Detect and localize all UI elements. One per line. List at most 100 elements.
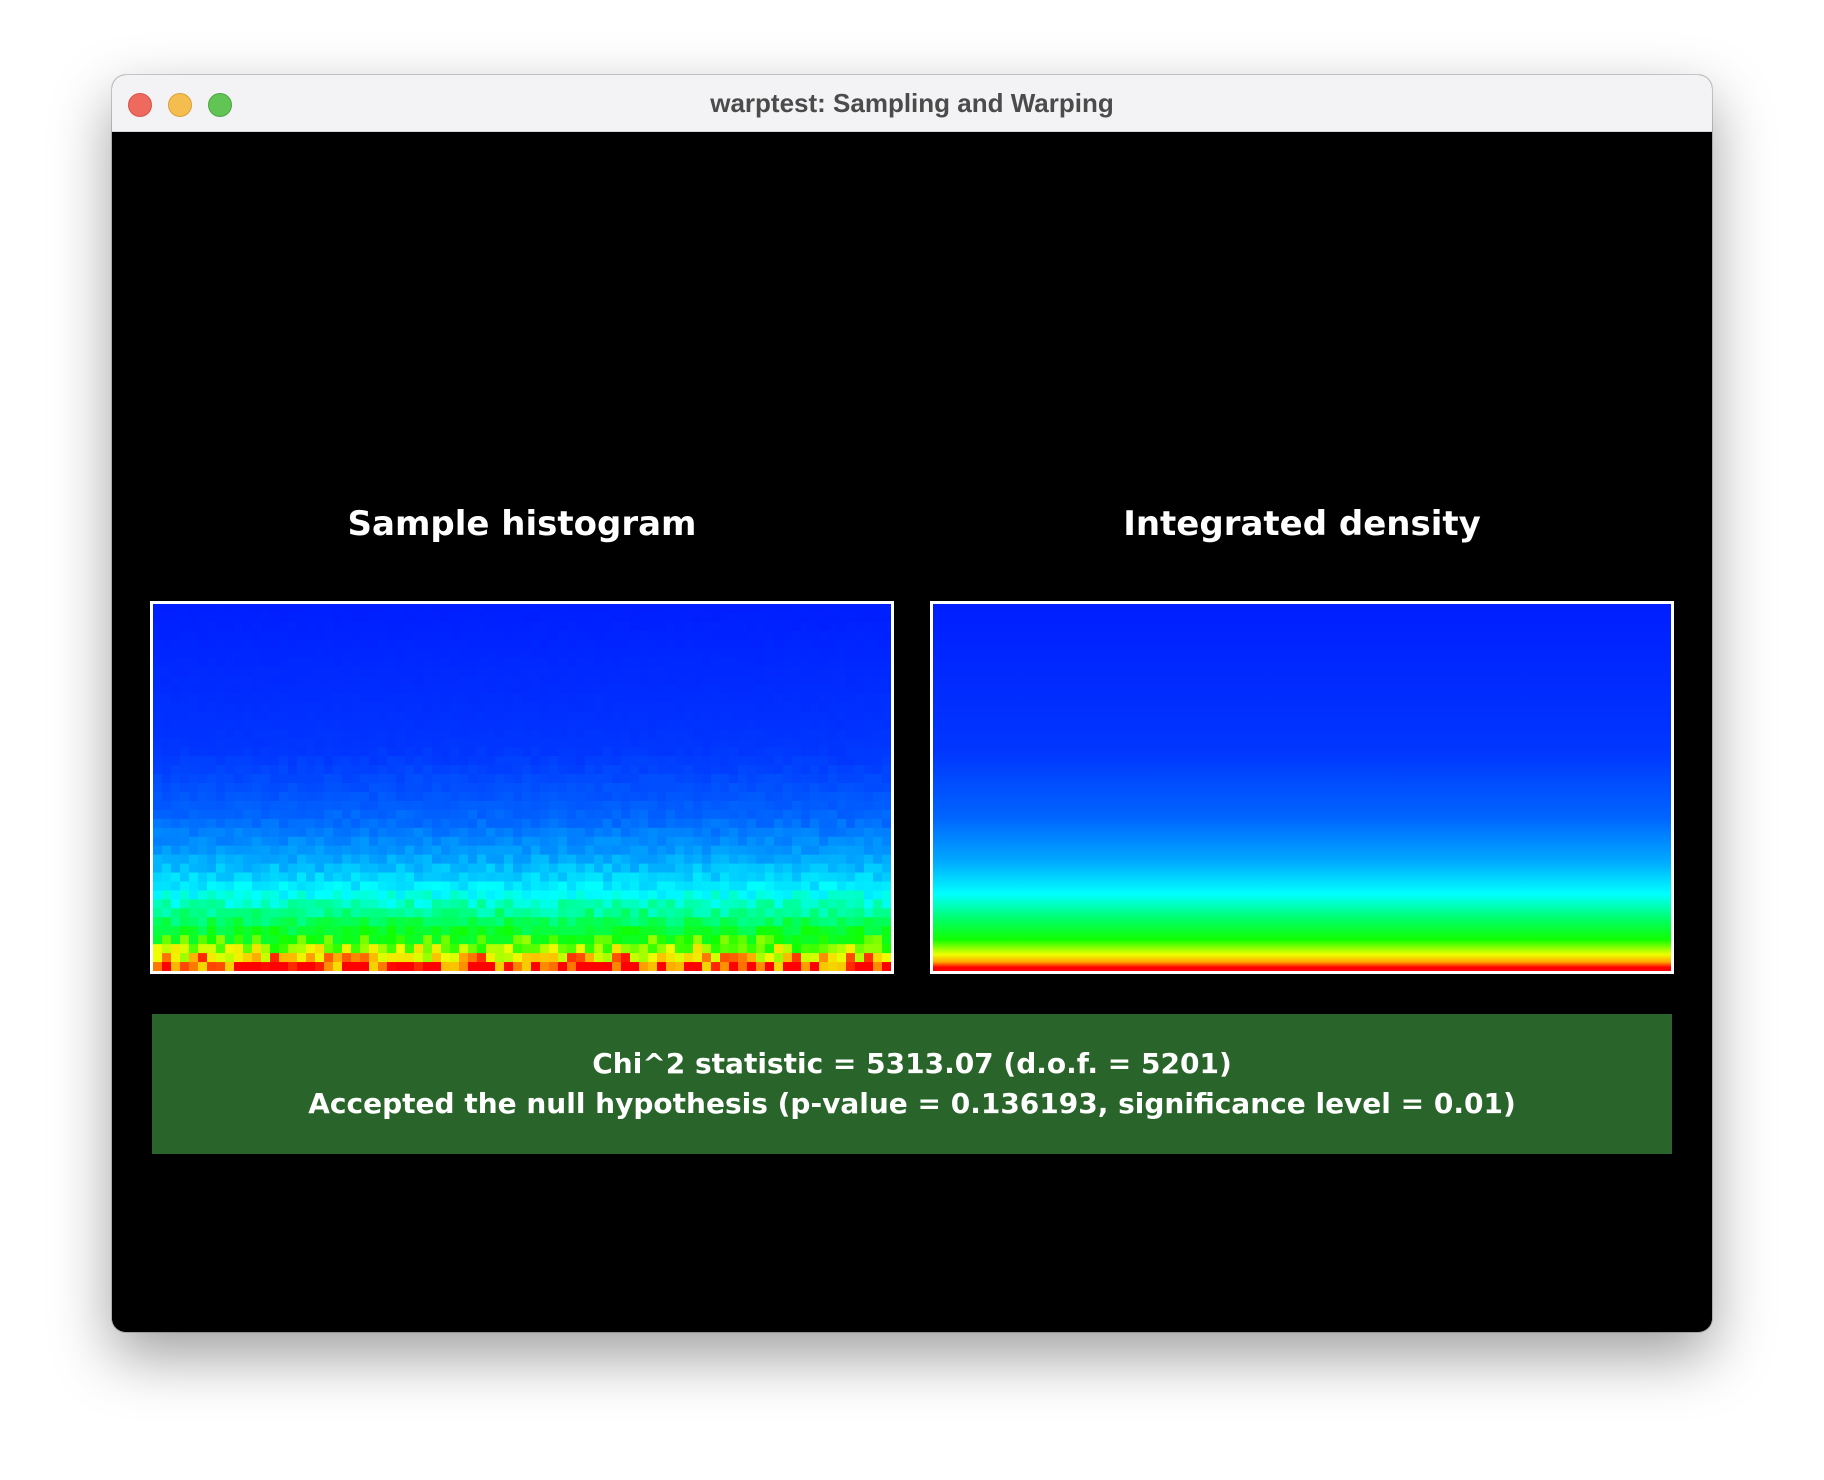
histogram-cell xyxy=(396,962,406,971)
histogram-cell xyxy=(873,711,883,721)
histogram-cell xyxy=(576,729,586,739)
histogram-cell xyxy=(639,863,649,874)
histogram-cell xyxy=(207,747,217,757)
histogram-cell xyxy=(423,881,433,892)
histogram-cell xyxy=(171,962,181,971)
histogram-cell xyxy=(576,720,586,730)
histogram-cell xyxy=(576,800,586,811)
histogram-cell xyxy=(432,800,442,811)
histogram-cell xyxy=(225,863,235,874)
histogram-cell xyxy=(522,621,532,632)
histogram-cell xyxy=(648,872,658,883)
histogram-cell xyxy=(702,711,712,721)
histogram-cell xyxy=(765,783,775,793)
histogram-cell xyxy=(378,944,388,954)
histogram-cell xyxy=(549,800,559,811)
histogram-cell xyxy=(603,809,613,820)
histogram-cell xyxy=(612,944,622,954)
histogram-cell xyxy=(684,917,694,927)
histogram-cell xyxy=(549,962,559,971)
histogram-cell xyxy=(261,765,271,775)
histogram-cell xyxy=(639,962,649,971)
histogram-cell xyxy=(693,890,703,900)
histogram-cell xyxy=(270,836,280,847)
histogram-cell xyxy=(801,729,811,739)
histogram-cell xyxy=(396,935,406,945)
histogram-cell xyxy=(315,711,325,721)
histogram-cell xyxy=(774,962,784,971)
histogram-cell xyxy=(243,639,253,650)
histogram-cell xyxy=(459,648,469,659)
histogram-cell xyxy=(360,962,370,971)
histogram-cell xyxy=(468,675,478,686)
histogram-cell xyxy=(765,854,775,865)
histogram-cell xyxy=(837,756,847,766)
histogram-cell xyxy=(324,944,334,954)
histogram-cell xyxy=(477,621,487,632)
histogram-cell xyxy=(477,604,487,614)
histogram-cell xyxy=(792,908,802,918)
title-bar[interactable]: warptest: Sampling and Warping xyxy=(112,75,1712,132)
histogram-cell xyxy=(603,854,613,865)
histogram-cell xyxy=(495,648,505,659)
histogram-cell xyxy=(162,872,172,883)
histogram-cell xyxy=(882,926,891,936)
histogram-cell xyxy=(279,612,289,623)
histogram-cell xyxy=(432,666,442,677)
histogram-cell xyxy=(612,657,622,668)
histogram-cell xyxy=(315,783,325,793)
histogram-cell xyxy=(594,926,604,936)
histogram-cell xyxy=(234,917,244,927)
histogram-cell xyxy=(756,827,766,838)
histogram-cell xyxy=(162,845,172,856)
histogram-cell xyxy=(360,657,370,668)
histogram-cell xyxy=(387,845,397,856)
histogram-cell xyxy=(486,630,496,641)
histogram-cell xyxy=(180,774,190,784)
histogram-cell xyxy=(216,657,226,668)
histogram-cell xyxy=(288,899,298,909)
histogram-cell xyxy=(846,657,856,668)
histogram-cell xyxy=(873,666,883,677)
histogram-cell xyxy=(459,899,469,909)
histogram-cell xyxy=(540,791,550,802)
histogram-cell xyxy=(684,604,694,614)
histogram-cell xyxy=(585,881,595,892)
histogram-cell xyxy=(333,756,343,766)
histogram-cell xyxy=(558,917,568,927)
histogram-cell xyxy=(810,917,820,927)
histogram-cell xyxy=(738,944,748,954)
histogram-cell xyxy=(549,738,559,748)
histogram-cell xyxy=(306,890,316,900)
histogram-cell xyxy=(243,953,253,963)
histogram-cell xyxy=(225,899,235,909)
histogram-cell xyxy=(621,657,631,668)
histogram-cell xyxy=(333,765,343,775)
histogram-cell xyxy=(252,917,262,927)
histogram-cell xyxy=(360,693,370,704)
histogram-cell xyxy=(513,908,523,918)
histogram-cell xyxy=(405,711,415,721)
histogram-cell xyxy=(504,693,514,704)
histogram-cell xyxy=(549,935,559,945)
histogram-cell xyxy=(297,935,307,945)
histogram-cell xyxy=(819,899,829,909)
histogram-cell xyxy=(378,604,388,614)
histogram-cell xyxy=(864,612,874,623)
histogram-cell xyxy=(576,845,586,856)
histogram-cell xyxy=(189,783,199,793)
histogram-cell xyxy=(405,657,415,668)
histogram-cell xyxy=(441,693,451,704)
histogram-cell xyxy=(540,738,550,748)
histogram-cell xyxy=(171,863,181,874)
histogram-cell xyxy=(837,630,847,641)
histogram-cell xyxy=(216,621,226,632)
histogram-cell xyxy=(225,666,235,677)
histogram-cell xyxy=(243,917,253,927)
histogram-cell xyxy=(819,657,829,668)
histogram-cell xyxy=(171,899,181,909)
histogram-cell xyxy=(450,720,460,730)
histogram-cell xyxy=(279,827,289,838)
histogram-cell xyxy=(558,756,568,766)
histogram-cell xyxy=(855,612,865,623)
